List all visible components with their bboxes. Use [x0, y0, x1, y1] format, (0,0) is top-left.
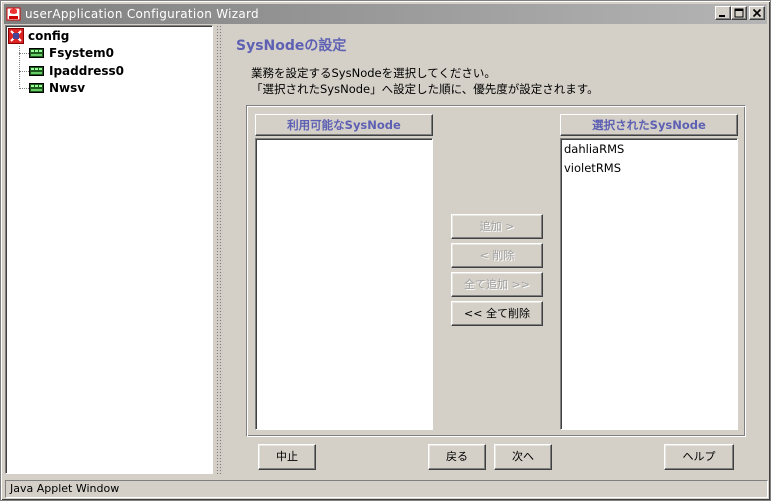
- back-button-label: 戻る: [446, 450, 468, 463]
- description-line-2: 「選択されたSysNode」へ設定した順に、優先度が設定されます。: [251, 82, 599, 96]
- add-all-button[interactable]: 全て追加 >>: [451, 272, 543, 297]
- wizard-content: SysNodeの設定 業務を設定するSysNodeを選択してください。 「選択さ…: [226, 25, 769, 478]
- java-app-icon: [6, 6, 22, 22]
- tree-connector: [19, 53, 29, 54]
- tree-label-config: config: [28, 29, 70, 43]
- resource-icon: [29, 65, 45, 77]
- add-all-button-label: 全て追加 >>: [464, 278, 530, 291]
- help-button[interactable]: ヘルプ: [664, 444, 734, 470]
- back-button[interactable]: 戻る: [428, 444, 486, 470]
- close-icon: [752, 8, 762, 18]
- tree-node-ipaddress0[interactable]: Ipaddress0: [29, 63, 124, 79]
- title-bar[interactable]: userApplication Configuration Wizard: [4, 4, 767, 24]
- maximize-button[interactable]: [731, 6, 747, 20]
- cancel-button[interactable]: 中止: [258, 444, 316, 470]
- available-sysnode-list[interactable]: [255, 138, 433, 430]
- tree-connector: [19, 71, 29, 72]
- minimize-button[interactable]: [715, 6, 731, 20]
- next-button[interactable]: 次へ: [494, 444, 552, 470]
- list-item[interactable]: violetRMS: [564, 161, 621, 175]
- help-button-label: ヘルプ: [682, 450, 716, 463]
- tree-node-config[interactable]: config: [8, 28, 69, 44]
- remove-button-label: < 削除: [479, 249, 515, 262]
- maximize-icon: [734, 8, 744, 18]
- remove-button[interactable]: < 削除: [451, 243, 543, 268]
- config-tree[interactable]: config Fsystem0 Ipaddress0 Nwsv: [5, 25, 213, 474]
- tree-label-fsystem0: Fsystem0: [49, 46, 115, 60]
- list-item[interactable]: dahliaRMS: [564, 142, 624, 156]
- tree-node-fsystem0[interactable]: Fsystem0: [29, 45, 114, 61]
- page-title: SysNodeの設定: [236, 38, 347, 54]
- selected-list-header: 選択されたSysNode: [560, 114, 738, 136]
- add-button-label: 追加 >: [479, 220, 515, 233]
- status-bar: Java Applet Window: [5, 480, 768, 498]
- config-icon: [8, 28, 24, 44]
- remove-all-button-label: << 全て削除: [464, 307, 530, 320]
- cancel-button-label: 中止: [276, 450, 298, 463]
- resource-icon: [29, 47, 45, 59]
- window-title: userApplication Configuration Wizard: [25, 7, 259, 21]
- splitter-grip[interactable]: [216, 25, 223, 474]
- available-list-header: 利用可能なSysNode: [255, 114, 433, 136]
- sysnode-selection-group: 利用可能なSysNode 追加 > < 削除 全て追加 >> << 全て削除 選…: [246, 105, 746, 437]
- tree-node-nwsv[interactable]: Nwsv: [29, 80, 85, 96]
- add-button[interactable]: 追加 >: [451, 214, 543, 239]
- tree-label-ipaddress0: Ipaddress0: [49, 64, 125, 78]
- description-line-1: 業務を設定するSysNodeを選択してください。: [251, 66, 496, 80]
- tree-label-nwsv: Nwsv: [49, 81, 86, 95]
- selected-sysnode-list[interactable]: dahliaRMS violetRMS: [560, 138, 738, 430]
- pane-splitter[interactable]: [214, 25, 225, 474]
- resource-icon: [29, 82, 45, 94]
- close-button[interactable]: [749, 6, 765, 20]
- remove-all-button[interactable]: << 全て削除: [451, 301, 543, 326]
- tree-connector: [19, 88, 29, 89]
- next-button-label: 次へ: [512, 450, 534, 463]
- minimize-icon: [719, 15, 725, 17]
- app-window: userApplication Configuration Wizard con…: [0, 0, 771, 501]
